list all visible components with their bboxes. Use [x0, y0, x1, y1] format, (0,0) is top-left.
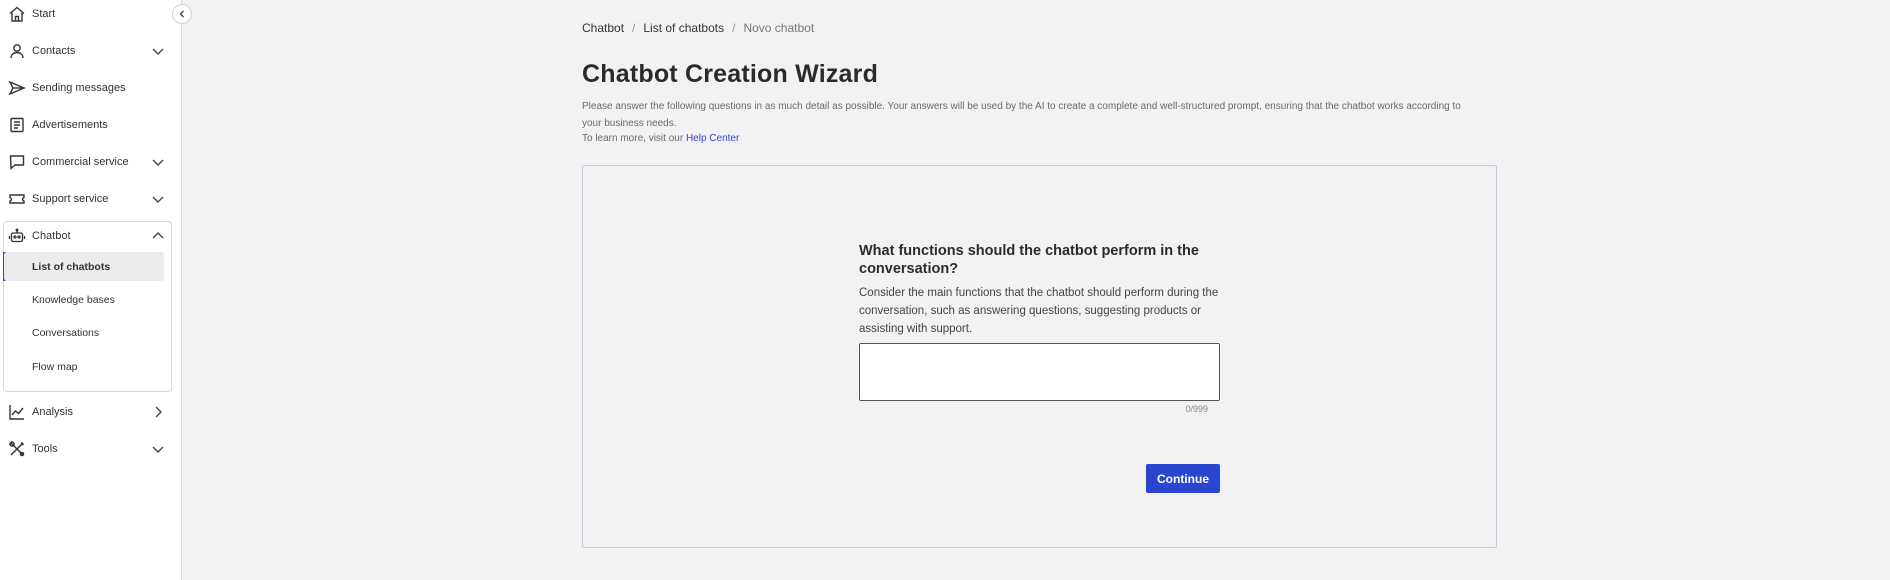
chevron-right-icon[interactable] — [150, 404, 166, 420]
chevron-up-icon[interactable] — [150, 228, 166, 244]
sidebar-item-label: Chatbot — [32, 230, 71, 242]
continue-button[interactable]: Continue — [1146, 464, 1220, 493]
chevron-down-icon[interactable] — [150, 441, 166, 457]
character-counter: 0/999 — [1185, 404, 1208, 414]
chat-bubble-icon — [8, 153, 26, 171]
user-icon — [8, 42, 26, 60]
chevron-down-icon[interactable] — [150, 191, 166, 207]
question-title: What functions should the chatbot perfor… — [859, 243, 1199, 277]
page-title: Chatbot Creation Wizard — [582, 60, 879, 88]
sidebar-item-sending-messages[interactable]: Sending messages — [0, 71, 180, 105]
send-icon — [8, 79, 26, 97]
sidebar-item-label: Tools — [32, 443, 58, 455]
help-line: To learn more, visit our Help Center — [582, 133, 739, 144]
tools-icon — [8, 440, 26, 458]
breadcrumb-list-of-chatbots[interactable]: List of chatbots — [643, 21, 724, 35]
chevron-left-icon — [179, 10, 184, 18]
document-icon — [8, 116, 26, 134]
sidebar-item-start[interactable]: Start — [0, 0, 180, 31]
page-intro: Please answer the following questions in… — [582, 101, 1461, 129]
breadcrumb-separator: / — [732, 21, 736, 35]
question-description: Consider the main functions that the cha… — [859, 287, 1219, 335]
sidebar-item-label: Analysis — [32, 406, 73, 418]
sidebar-item-label: Support service — [32, 193, 109, 205]
sidebar-item-commercial-service[interactable]: Commercial service — [0, 145, 180, 179]
sidebar-item-label: Sending messages — [32, 82, 126, 94]
sidebar-subitem-list-of-chatbots[interactable]: List of chatbots — [4, 252, 164, 281]
chart-line-icon — [8, 403, 26, 421]
sidebar-item-label: Contacts — [32, 45, 76, 57]
collapse-sidebar-button[interactable] — [172, 4, 192, 24]
sidebar-item-tools[interactable]: Tools — [0, 432, 180, 466]
breadcrumb-chatbot[interactable]: Chatbot — [582, 21, 624, 35]
chevron-down-icon[interactable] — [150, 154, 166, 170]
ticket-icon — [8, 190, 26, 208]
sidebar-item-analysis[interactable]: Analysis — [0, 395, 180, 429]
sidebar-item-advertisements[interactable]: Advertisements — [0, 108, 180, 142]
sidebar-item-chatbot[interactable]: Chatbot — [0, 219, 180, 253]
home-icon — [8, 5, 26, 23]
sidebar-item-contacts[interactable]: Contacts — [0, 34, 180, 68]
breadcrumb: Chatbot / List of chatbots / Novo chatbo… — [582, 21, 814, 35]
chevron-down-icon[interactable] — [150, 43, 166, 59]
help-center-link[interactable]: Help Center — [686, 133, 739, 144]
sidebar-item-label: Start — [32, 8, 56, 20]
sidebar-item-support-service[interactable]: Support service — [0, 182, 180, 216]
sidebar-subitem-conversations[interactable]: Conversations — [4, 318, 164, 347]
sidebar-item-label: Commercial service — [32, 156, 129, 168]
sidebar: Start Contacts Sending messages Advertis… — [0, 0, 182, 580]
sidebar-subitem-knowledge-bases[interactable]: Knowledge bases — [4, 285, 164, 314]
robot-icon — [8, 227, 26, 245]
answer-textarea[interactable] — [859, 343, 1220, 401]
breadcrumb-current: Novo chatbot — [743, 21, 815, 35]
sidebar-item-label: Advertisements — [32, 119, 108, 131]
sidebar-subitem-flow-map[interactable]: Flow map — [4, 352, 164, 381]
help-prefix: To learn more, visit our — [582, 133, 686, 144]
breadcrumb-separator: / — [632, 21, 636, 35]
